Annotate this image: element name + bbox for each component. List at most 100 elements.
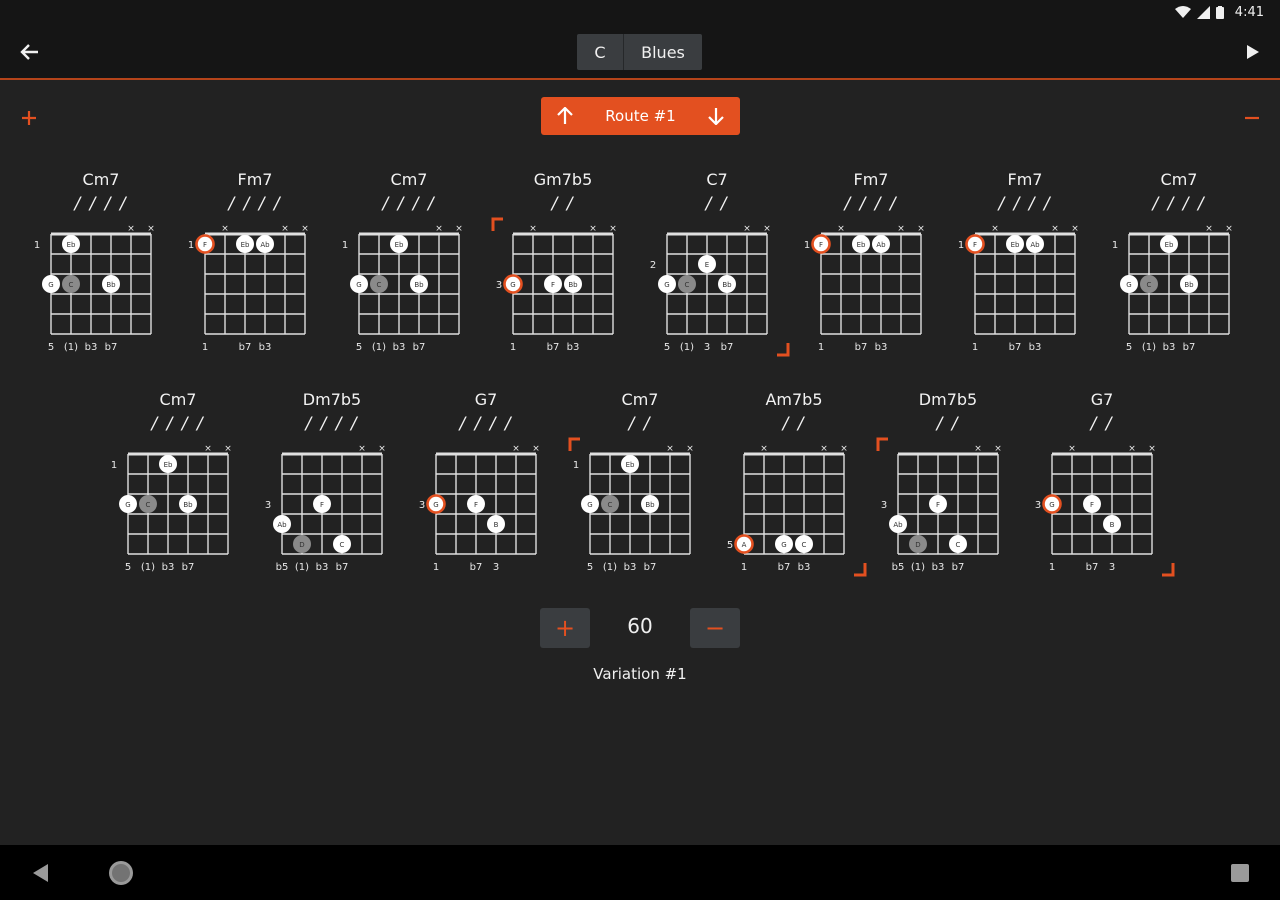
note-label: C bbox=[685, 281, 690, 289]
nav-home-icon[interactable] bbox=[107, 859, 135, 887]
note-label: C bbox=[802, 541, 807, 549]
remove-route-button[interactable] bbox=[1238, 104, 1266, 132]
tempo-decrease-button[interactable]: − bbox=[690, 608, 740, 648]
loop-start-marker bbox=[568, 437, 580, 451]
status-time: 4:41 bbox=[1234, 5, 1264, 20]
note-label: G bbox=[48, 281, 53, 289]
note-dot: Ab bbox=[872, 235, 890, 253]
interval-label: b7 bbox=[547, 342, 560, 353]
note-dot: Eb bbox=[236, 235, 254, 253]
muted-string-marker: × bbox=[1128, 444, 1136, 454]
note-label: F bbox=[936, 501, 940, 509]
chord-diagram[interactable]: Cm7 / / × × 1 Eb G C Bb 5 (1) b3 b7 bbox=[565, 390, 715, 580]
root-note-dot: F bbox=[195, 234, 215, 254]
note-dot: Ab bbox=[1026, 235, 1044, 253]
chord-diagram[interactable]: Dm7b5 / / / / × × 3 F Ab D Cb5 (1) b3 b7 bbox=[257, 390, 407, 580]
interval-label: 5 bbox=[1126, 342, 1132, 353]
chord-diagram[interactable]: G7/ / × × × 3 G F B 1 b7 3 bbox=[1027, 390, 1177, 580]
note-label: Eb bbox=[395, 241, 404, 249]
note-label: Bb bbox=[722, 281, 732, 289]
route-label[interactable]: Route #1 bbox=[589, 107, 692, 125]
note-dot: Eb bbox=[159, 455, 177, 473]
muted-string-marker: × bbox=[281, 224, 289, 234]
note-label: F bbox=[1090, 501, 1094, 509]
muted-string-marker: × bbox=[1071, 224, 1079, 234]
status-bar: 4:41 bbox=[0, 0, 1280, 26]
fretboard-grid: × × 3 F Ab D Cb5 (1) b3 b7 bbox=[265, 444, 386, 573]
chord-beats: / / bbox=[782, 414, 806, 434]
fret-number: 3 bbox=[419, 500, 425, 511]
note-dot: C bbox=[949, 535, 967, 553]
app-bar-divider bbox=[0, 78, 1280, 80]
chord-diagram[interactable]: Cm7 / / / / × × 1 Eb G C Bb 5 (1) b3 b7 bbox=[26, 170, 176, 360]
note-dot: F bbox=[467, 495, 485, 513]
interval-label: 1 bbox=[1049, 562, 1055, 573]
fret-number: 1 bbox=[958, 240, 964, 251]
note-dot: F bbox=[544, 275, 562, 293]
note-label: Eb bbox=[241, 241, 250, 249]
chord-name: Cm7 bbox=[159, 390, 197, 409]
key-button[interactable]: C bbox=[577, 34, 624, 70]
chord-diagram[interactable]: Fm7 / / / / × × × 1 F Eb Ab 1 b7 b3 bbox=[180, 170, 330, 360]
chord-diagram[interactable]: Am7b5 / / × × × 5 A G C 1 b7 b3 bbox=[719, 390, 869, 580]
interval-label: b7 bbox=[855, 342, 868, 353]
play-button[interactable] bbox=[1238, 38, 1268, 66]
chord-diagram[interactable]: Fm7 / / / / × × × 1 F Eb Ab 1 b7 b3 bbox=[796, 170, 946, 360]
chord-name: G7 bbox=[1090, 390, 1114, 409]
chord-diagram[interactable]: Gm7b5 / / × × × 3 G F Bb 1 b7 b3 bbox=[488, 170, 638, 360]
note-label: Bb bbox=[645, 501, 655, 509]
chord-diagram[interactable]: Dm7b5 / / × × 3 F Ab D Cb5 (1) b3 b7 bbox=[873, 390, 1023, 580]
chord-beats: / / / / bbox=[305, 414, 359, 434]
note-dot: Eb bbox=[390, 235, 408, 253]
back-button[interactable] bbox=[14, 38, 44, 66]
add-route-button[interactable] bbox=[15, 104, 43, 132]
note-label: Eb bbox=[67, 241, 76, 249]
note-dot: Eb bbox=[852, 235, 870, 253]
chord-name: G7 bbox=[474, 390, 498, 409]
note-dot: Bb bbox=[179, 495, 197, 513]
muted-string-marker: × bbox=[917, 224, 925, 234]
note-dot: Bb bbox=[410, 275, 428, 293]
chord-beats: / / bbox=[628, 414, 652, 434]
muted-string-marker: × bbox=[1205, 224, 1213, 234]
interval-label: b7 bbox=[336, 562, 349, 573]
interval-label: b3 bbox=[798, 562, 811, 573]
loop-start-marker bbox=[491, 217, 503, 231]
chord-diagram[interactable]: Cm7 / / / / × × 1 Eb G C Bb 5 (1) b3 b7 bbox=[334, 170, 484, 360]
chord-diagram[interactable]: Cm7 / / / / × × 1 Eb G C Bb 5 (1) b3 b7 bbox=[103, 390, 253, 580]
chord-diagram[interactable]: Fm7 / / / / × × × 1 F Eb Ab 1 b7 b3 bbox=[950, 170, 1100, 360]
route-prev-button[interactable] bbox=[541, 97, 589, 135]
note-dot: D bbox=[293, 535, 311, 553]
note-dot: G bbox=[658, 275, 676, 293]
nav-recents-icon[interactable] bbox=[1231, 864, 1249, 882]
muted-string-marker: × bbox=[760, 444, 768, 454]
muted-string-marker: × bbox=[435, 224, 443, 234]
chord-name: Cm7 bbox=[82, 170, 120, 189]
fret-number: 3 bbox=[265, 500, 271, 511]
note-dot: C bbox=[678, 275, 696, 293]
nav-back-icon[interactable] bbox=[31, 863, 49, 883]
fret-number: 1 bbox=[34, 240, 40, 251]
note-dot: C bbox=[601, 495, 619, 513]
note-dot: Bb bbox=[102, 275, 120, 293]
route-next-button[interactable] bbox=[692, 97, 740, 135]
chord-diagram[interactable]: Cm7 / / / / × × 1 Eb G C Bb 5 (1) b3 b7 bbox=[1104, 170, 1254, 360]
chord-diagram[interactable]: C7 / / × × 2 E G C Bb 5 (1) 3 b7 bbox=[642, 170, 792, 360]
scale-button[interactable]: Blues bbox=[624, 34, 702, 70]
chord-diagram[interactable]: G7/ / / / × × 3 G F B 1 b7 3 bbox=[411, 390, 561, 580]
wifi-icon bbox=[1175, 6, 1191, 18]
muted-string-marker: × bbox=[991, 224, 999, 234]
interval-label: (1) bbox=[372, 342, 386, 353]
interval-label: 3 bbox=[1109, 562, 1115, 573]
fretboard-grid: × × × 3 G F Bb 1 b7 b3 bbox=[491, 217, 617, 353]
note-dot: G bbox=[581, 495, 599, 513]
variation-label[interactable]: Variation #1 bbox=[540, 665, 740, 683]
interval-label: 1 bbox=[972, 342, 978, 353]
chord-beats: / / / / bbox=[998, 194, 1052, 214]
tempo-increase-button[interactable]: + bbox=[540, 608, 590, 648]
note-label: F bbox=[474, 501, 478, 509]
interval-label: b3 bbox=[316, 562, 329, 573]
fretboard-grid: × × 1 Eb G C Bb 5 (1) b3 b7 bbox=[111, 444, 232, 573]
loop-end-marker bbox=[1162, 563, 1175, 577]
root-note-dot: G bbox=[426, 494, 446, 514]
